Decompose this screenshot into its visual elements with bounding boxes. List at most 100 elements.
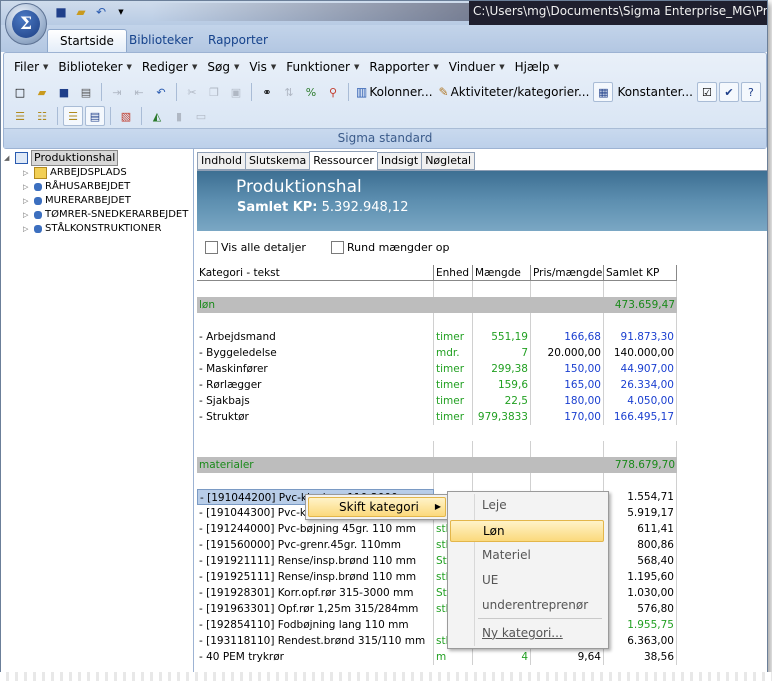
header-category-text[interactable]: Kategori - tekst [197,265,434,281]
menu-label: Hjælp [514,60,550,74]
tab-startside[interactable]: Startside [47,29,127,52]
header-price[interactable]: Pris/mængde [531,265,604,281]
checklist-icon[interactable]: ☑ [696,82,717,102]
menu-filer[interactable]: Filer ▼ [10,58,52,76]
toolbar-row-1: □ ▰ ■ ▤ ⇥ ⇤ ↶ ✂ ❐ ▣ ⚭ ⇅ % ⚲ ▥ Kolonner...… [10,81,761,103]
expand-arrow-icon[interactable]: ▷ [23,180,31,194]
report-view-icon[interactable]: ▧ [116,106,136,126]
save-icon[interactable]: ■ [54,82,74,102]
export-icon[interactable]: ▭ [191,106,211,126]
show-details-checkbox[interactable]: Vis alle detaljer [205,241,306,254]
expand-arrow-icon[interactable]: ▷ [23,166,31,180]
cell-total: 1.030,00 [604,585,677,601]
copy-icon[interactable]: ❐ [204,82,224,102]
menu-rediger[interactable]: Rediger ▼ [138,58,201,76]
help-icon[interactable]: ? [740,82,761,102]
indent-icon[interactable]: ⇥ [107,82,127,102]
bar-chart-icon[interactable]: ▮ [169,106,189,126]
tab-indhold[interactable]: Indhold [197,152,245,170]
tab-ressourcer[interactable]: Ressourcer [309,151,377,170]
paste-icon[interactable]: ▣ [226,82,246,102]
outline-view-icon[interactable]: ☷ [32,106,52,126]
table-row[interactable]: - Struktør timer 979,3833 170,00 166.495,17 [197,409,677,425]
table-row[interactable]: - Rørlægger timer 159,6 165,00 26.334,00 [197,377,677,393]
columns-button[interactable]: ▥ Kolonner... [354,83,435,101]
cell [197,473,434,489]
table-row[interactable]: - Byggeledelse mdr. 7 20.000,00 140.000,00 [197,345,677,361]
menu-sog[interactable]: Søg ▼ [203,58,243,76]
submenu-item-new-category[interactable]: Ny kategori... [450,622,604,644]
tree-item[interactable]: ▷ ARBEJDSPLADS [23,166,127,180]
submenu-item-lon[interactable]: Løn [450,520,604,542]
spellcheck-icon[interactable]: ✔ [718,82,739,102]
round-amounts-checkbox[interactable]: Rund mængder op [331,241,450,254]
activities-categories-button[interactable]: ✎ Aktiviteter/kategorier... [437,83,592,101]
cell [434,281,473,297]
constants-icon[interactable]: ▦ [593,82,614,102]
print-icon[interactable]: ▤ [76,82,96,102]
submenu-item-materiel[interactable]: Materiel [450,544,604,566]
menu-vis[interactable]: Vis ▼ [245,58,280,76]
page-title: Produktionshal [236,177,362,197]
table-row[interactable]: - Maskinfører timer 299,38 150,00 44.907,00 [197,361,677,377]
submenu-item-underentreprenor[interactable]: underentreprenør [450,594,604,616]
collapse-arrow-icon[interactable]: ◢ [4,151,12,165]
header-unit[interactable]: Enhed [434,265,473,281]
category-submenu: Leje Løn Materiel UE underentreprenør Ny… [447,491,609,649]
percent-icon[interactable]: % [301,82,321,102]
chart-icon[interactable]: ◭ [147,106,167,126]
checkbox-box[interactable] [331,241,344,254]
submenu-item-leje[interactable]: Leje [450,494,604,516]
category-row-lon[interactable]: løn 473.659,47 [197,297,677,313]
link-icon[interactable]: ⚲ [323,82,343,102]
category-row-materialer[interactable]: materialer 778.679,70 [197,457,677,473]
grid-view-icon[interactable]: ▤ [85,106,105,126]
change-category-menu-item[interactable]: Skift kategori ▶ [308,497,446,517]
binoculars-icon[interactable]: ⚭ [257,82,277,102]
sort-icon[interactable]: ⇅ [279,82,299,102]
document-tabs: Indhold Slutskema Ressourcer Indsigt Nøg… [197,151,476,170]
cut-icon[interactable]: ✂ [182,82,202,102]
save-icon[interactable]: ■ [53,4,69,20]
tab-slutskema[interactable]: Slutskema [244,152,310,170]
outdent-icon[interactable]: ⇤ [129,82,149,102]
header-quantity[interactable]: Mængde [473,265,531,281]
menu-hjaelp[interactable]: Hjælp ▼ [511,58,563,76]
expand-arrow-icon[interactable]: ▷ [23,208,31,222]
tab-indsigt[interactable]: Indsigt [376,152,422,170]
qat-dropdown-icon[interactable]: ▼ [113,4,129,20]
tree-root-item[interactable]: ◢ Produktionshal [4,150,119,166]
tree-item[interactable]: ▷ MURERARBEJDET [23,194,131,208]
application-orb-button[interactable]: Σ [5,3,47,45]
menu-vinduer[interactable]: Vinduer ▼ [445,58,509,76]
new-document-icon[interactable]: □ [10,82,30,102]
menu-biblioteker[interactable]: Biblioteker ▼ [54,58,136,76]
toolbar-separator [251,83,252,101]
checkbox-box[interactable] [205,241,218,254]
open-folder-icon[interactable]: ▰ [73,4,89,20]
tab-noegletal[interactable]: Nøgletal [421,152,476,170]
menu-rapporter[interactable]: Rapporter ▼ [365,58,442,76]
undo-icon[interactable]: ↶ [93,4,109,20]
tree-item[interactable]: ▷ RÅHUSARBEJDET [23,180,130,194]
expand-arrow-icon[interactable]: ▷ [23,222,31,236]
cell-text: - Rørlægger [197,377,434,393]
tree-item[interactable]: ▷ TØMRER-SNEDKERARBEJDET [23,208,188,222]
menu-funktioner[interactable]: Funktioner ▼ [282,58,363,76]
table-row[interactable]: - 40 PEM trykrør m 4 9,64 38,56 [197,649,677,665]
detail-view-icon[interactable]: ☰ [63,106,83,126]
list-view-icon[interactable]: ☰ [10,106,30,126]
expand-arrow-icon[interactable]: ▷ [23,194,31,208]
tree-item[interactable]: ▷ STÅLKONSTRUKTIONER [23,222,161,236]
header-total[interactable]: Samlet KP [604,265,677,281]
table-row[interactable]: - Sjakbajs timer 22,5 180,00 4.050,00 [197,393,677,409]
tab-rapporter[interactable]: Rapporter [196,29,280,51]
cell-total: 91.873,30 [604,329,677,345]
constants-button[interactable]: Konstanter... [615,83,695,101]
tab-biblioteker[interactable]: Biblioteker [117,29,205,51]
submenu-item-ue[interactable]: UE [450,569,604,591]
sigma-logo-icon: Σ [12,10,40,38]
undo-icon[interactable]: ↶ [151,82,171,102]
table-row[interactable]: - Arbejdsmand timer 551,19 166,68 91.873,30 [197,329,677,345]
open-folder-icon[interactable]: ▰ [32,82,52,102]
